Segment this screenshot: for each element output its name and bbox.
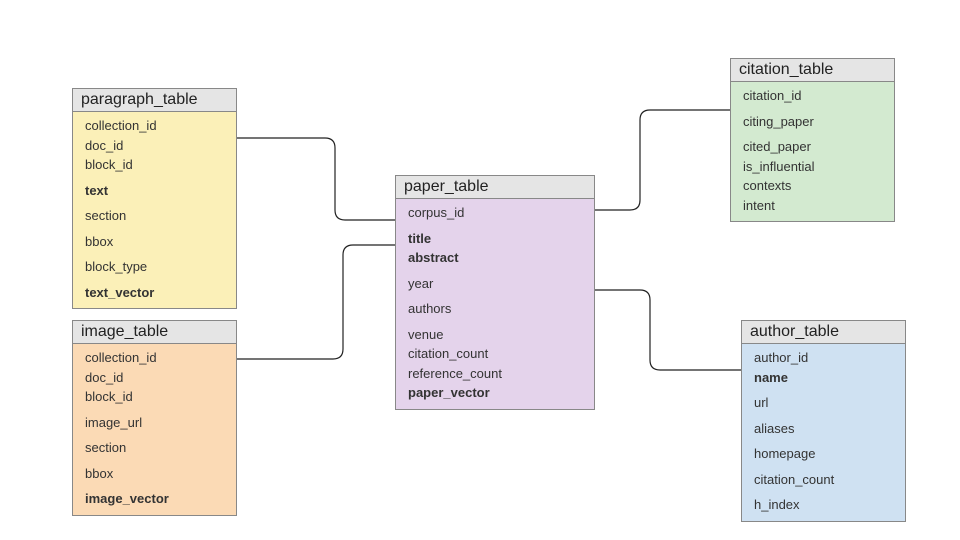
field-collection-id: collection_id <box>85 116 228 136</box>
table-paper: paper_table corpus_idtitleabstract year au… <box>395 175 595 410</box>
table-paragraph-header: paragraph_table <box>73 89 236 112</box>
table-author-body: author_idname url aliases homepage citation_… <box>742 344 905 521</box>
field-title: title <box>408 229 586 249</box>
field-venue: venue <box>408 325 586 345</box>
field-citation-count: citation_count <box>754 470 897 490</box>
table-citation-body: citation_id citing_paper cited_paperis_inf… <box>731 82 894 221</box>
field-block-id: block_id <box>85 155 228 175</box>
field-bbox: bbox <box>85 232 228 252</box>
field-author-id: author_id <box>754 348 897 368</box>
field-paper-vector: paper_vector <box>408 383 586 403</box>
table-author-header: author_table <box>742 321 905 344</box>
field-url: url <box>754 393 897 413</box>
table-citation: citation_table citation_idciting_paperci… <box>730 58 895 222</box>
field-intent: intent <box>743 196 886 216</box>
table-paragraph: paragraph_table collection_iddoc_idblock… <box>72 88 237 309</box>
field-citing-paper: citing_paper <box>743 112 886 132</box>
field-section: section <box>85 206 228 226</box>
field-bbox: bbox <box>85 464 228 484</box>
field-reference-count: reference_count <box>408 364 586 384</box>
table-image-body: collection_iddoc_idblock_id image_urlsect… <box>73 344 236 515</box>
table-paragraph-body: collection_iddoc_idblock_idtext section bb… <box>73 112 236 308</box>
field-cited-paper: cited_paper <box>743 137 886 157</box>
table-image: image_table collection_iddoc_idblock_idi… <box>72 320 237 516</box>
field-name: name <box>754 368 897 388</box>
field-authors: authors <box>408 299 586 319</box>
field-text: text <box>85 181 228 201</box>
field-citation-id: citation_id <box>743 86 886 106</box>
field-year: year <box>408 274 586 294</box>
table-author: author_table author_idname url aliases home… <box>741 320 906 522</box>
field-collection-id: collection_id <box>85 348 228 368</box>
field-abstract: abstract <box>408 248 586 268</box>
field-text-vector: text_vector <box>85 283 228 303</box>
table-image-header: image_table <box>73 321 236 344</box>
field-is-influential: is_influential <box>743 157 886 177</box>
field-h-index: h_index <box>754 495 897 515</box>
field-aliases: aliases <box>754 419 897 439</box>
table-paper-header: paper_table <box>396 176 594 199</box>
field-doc-id: doc_id <box>85 136 228 156</box>
field-homepage: homepage <box>754 444 897 464</box>
field-image-vector: image_vector <box>85 489 228 509</box>
field-citation-count: citation_count <box>408 344 586 364</box>
field-section: section <box>85 438 228 458</box>
field-image-url: image_url <box>85 413 228 433</box>
field-doc-id: doc_id <box>85 368 228 388</box>
field-block-type: block_type <box>85 257 228 277</box>
field-contexts: contexts <box>743 176 886 196</box>
table-paper-body: corpus_idtitleabstract year authors venueci… <box>396 199 594 409</box>
table-citation-header: citation_table <box>731 59 894 82</box>
field-corpus-id: corpus_id <box>408 203 586 223</box>
field-block-id: block_id <box>85 387 228 407</box>
